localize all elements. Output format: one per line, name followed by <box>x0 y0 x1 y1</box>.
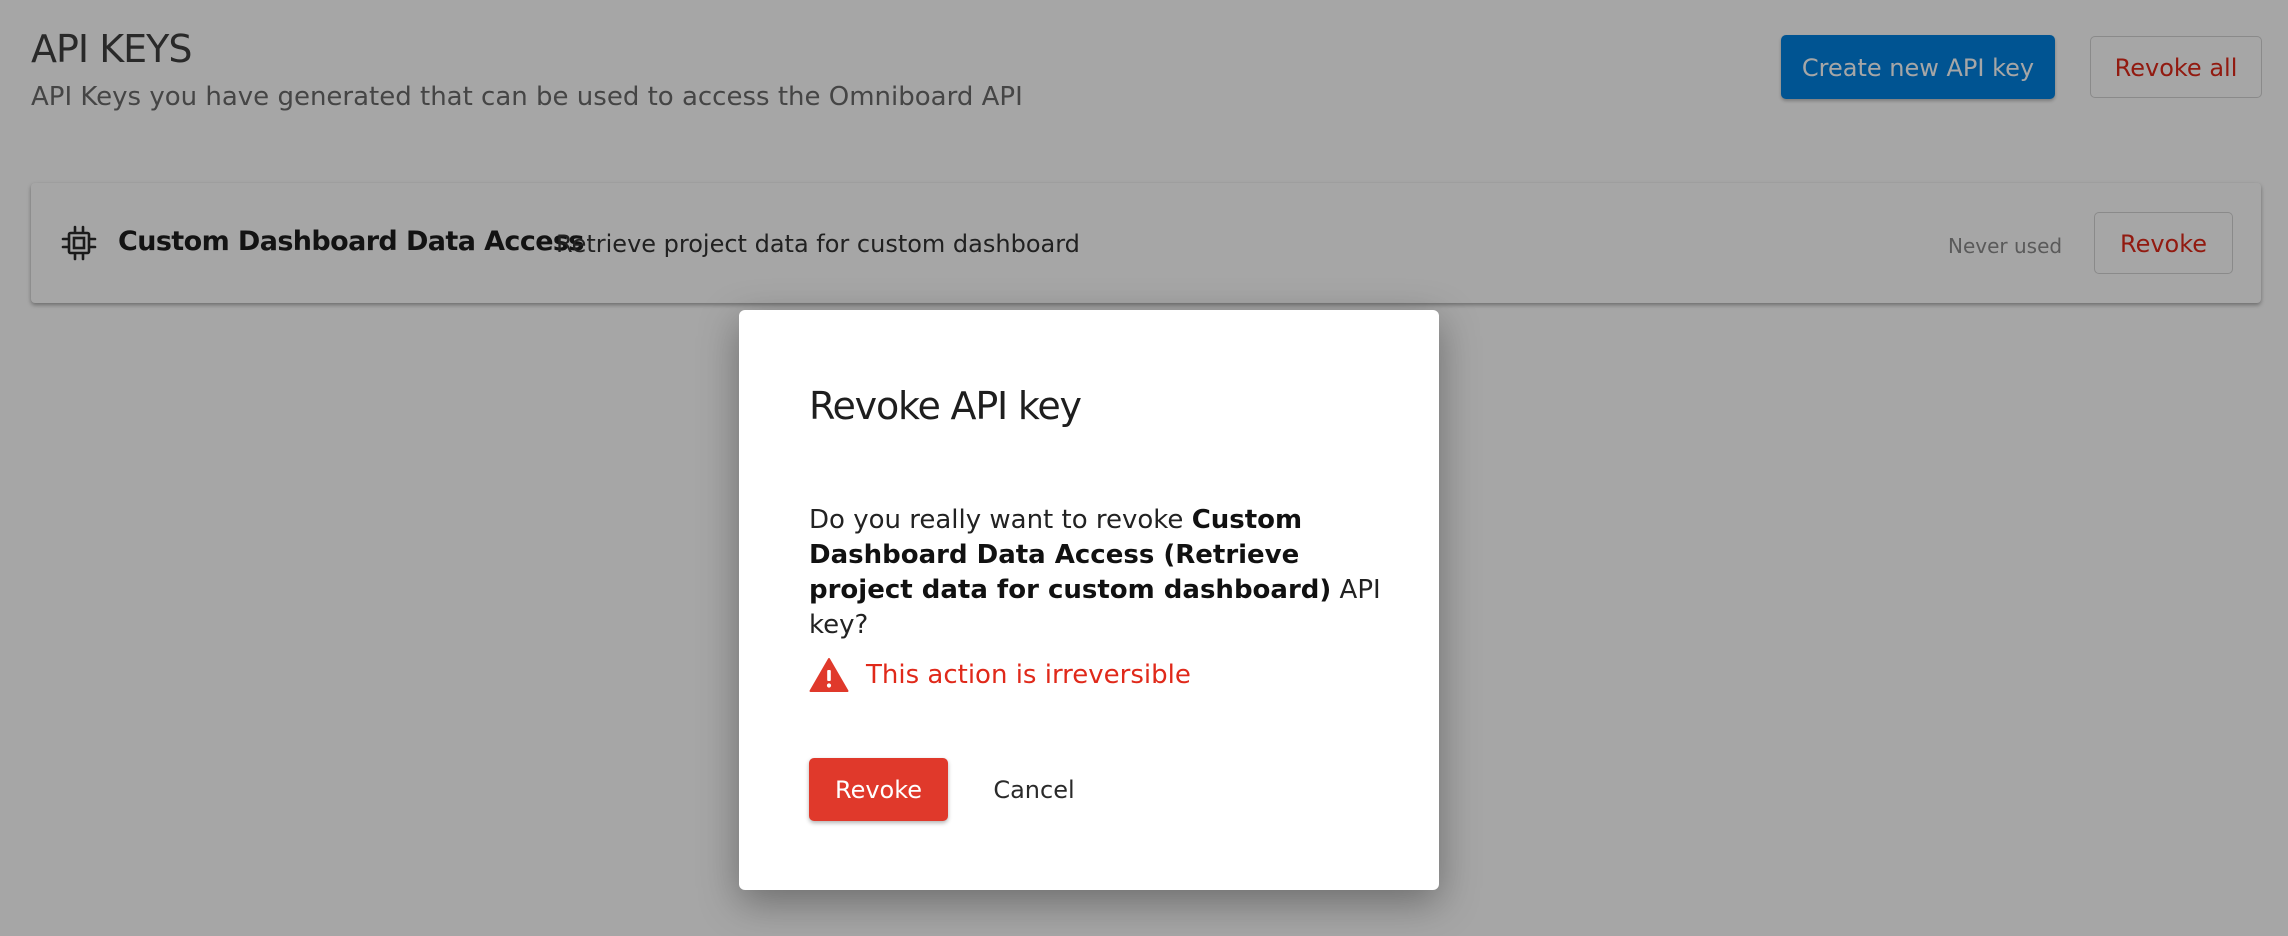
warning-text: This action is irreversible <box>866 660 1191 690</box>
dialog-title: Revoke API key <box>809 384 1082 428</box>
confirm-revoke-button[interactable]: Revoke <box>809 758 948 821</box>
dialog-message: Do you really want to revoke Custom Dash… <box>809 503 1389 643</box>
dialog-message-prefix: Do you really want to revoke <box>809 505 1192 535</box>
revoke-api-key-dialog: Revoke API key Do you really want to rev… <box>739 310 1439 890</box>
irreversible-warning: This action is irreversible <box>809 655 1191 695</box>
cancel-button[interactable]: Cancel <box>979 758 1089 821</box>
warning-icon <box>809 658 849 692</box>
